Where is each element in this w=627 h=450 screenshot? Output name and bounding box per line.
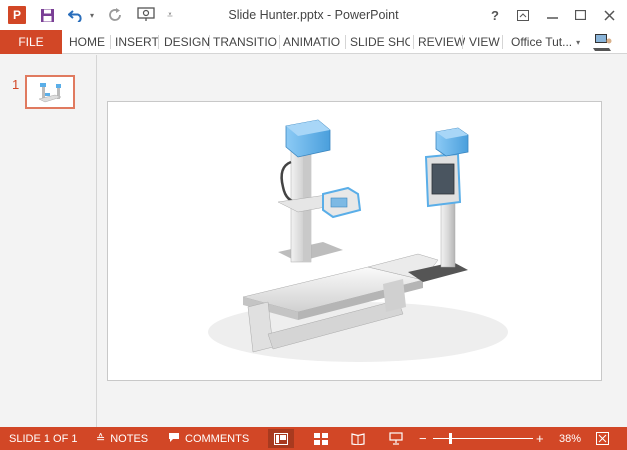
reading-view-icon[interactable] bbox=[345, 429, 371, 448]
notes-button[interactable]: ≙ NOTES bbox=[96, 427, 148, 450]
comments-button[interactable]: COMMENTS bbox=[168, 427, 249, 450]
slide-thumbnail-pane: 1 bbox=[0, 55, 97, 427]
slide-canvas[interactable] bbox=[107, 101, 602, 381]
save-icon[interactable] bbox=[38, 6, 56, 24]
powerpoint-logo-icon[interactable]: P bbox=[8, 6, 26, 24]
tab-design[interactable]: DESIGN bbox=[164, 30, 210, 54]
slide-editor bbox=[98, 55, 627, 427]
account-name: Office Tut... bbox=[511, 35, 573, 49]
tab-review[interactable]: REVIEW bbox=[418, 30, 465, 54]
notes-label: NOTES bbox=[110, 432, 149, 445]
fit-slide-icon[interactable] bbox=[589, 429, 615, 448]
redo-icon[interactable] bbox=[107, 6, 125, 24]
zoom-level[interactable]: 38% bbox=[559, 427, 581, 450]
tab-transitions[interactable]: TRANSITIO bbox=[213, 30, 277, 54]
help-icon[interactable]: ? bbox=[483, 4, 507, 26]
title-bar: P ▾ ⩡ Slide Hunter.pptx - PowerPoint ? bbox=[0, 0, 627, 30]
status-bar: SLIDE 1 OF 1 ≙ NOTES COMMENTS − + 38% bbox=[0, 427, 627, 450]
present-icon[interactable] bbox=[136, 6, 156, 24]
zoom-slider-thumb[interactable] bbox=[449, 433, 452, 444]
tab-slide-show[interactable]: SLIDE SHO bbox=[350, 30, 410, 54]
zoom-in-button[interactable]: + bbox=[536, 427, 544, 450]
slideshow-icon[interactable] bbox=[383, 429, 409, 448]
account-menu[interactable]: Office Tut... ▾ bbox=[511, 30, 580, 54]
tab-view[interactable]: VIEW bbox=[469, 30, 500, 54]
slide-counter: SLIDE 1 OF 1 bbox=[9, 432, 78, 445]
normal-view-icon[interactable] bbox=[268, 429, 294, 448]
undo-dropdown-icon[interactable]: ▾ bbox=[87, 6, 97, 24]
customize-icon[interactable]: ⩡ bbox=[164, 6, 176, 24]
tab-insert[interactable]: INSERT bbox=[115, 30, 159, 54]
xray-equipment-image bbox=[208, 119, 508, 362]
restore-ribbon-icon[interactable] bbox=[511, 4, 535, 26]
slide-thumbnail[interactable] bbox=[25, 75, 75, 109]
tab-file[interactable]: FILE bbox=[0, 30, 62, 54]
tab-home[interactable]: HOME bbox=[69, 30, 105, 54]
zoom-out-button[interactable]: − bbox=[419, 427, 427, 450]
zoom-slider[interactable] bbox=[433, 438, 533, 439]
comments-label: COMMENTS bbox=[185, 432, 250, 445]
tab-animations[interactable]: ANIMATIO bbox=[283, 30, 345, 54]
slide-number: 1 bbox=[12, 77, 20, 92]
maximize-icon[interactable] bbox=[568, 4, 592, 26]
slide-sorter-icon[interactable] bbox=[308, 429, 334, 448]
chevron-down-icon: ▾ bbox=[576, 37, 581, 47]
notes-icon: ≙ bbox=[96, 433, 106, 445]
minimize-icon[interactable] bbox=[540, 4, 564, 26]
close-icon[interactable] bbox=[597, 4, 621, 26]
ribbon-tabs: FILE HOME INSERT DESIGN TRANSITIO ANIMAT… bbox=[0, 30, 627, 54]
user-icon[interactable] bbox=[592, 32, 614, 52]
comments-icon bbox=[168, 432, 180, 446]
undo-icon[interactable] bbox=[66, 6, 86, 24]
